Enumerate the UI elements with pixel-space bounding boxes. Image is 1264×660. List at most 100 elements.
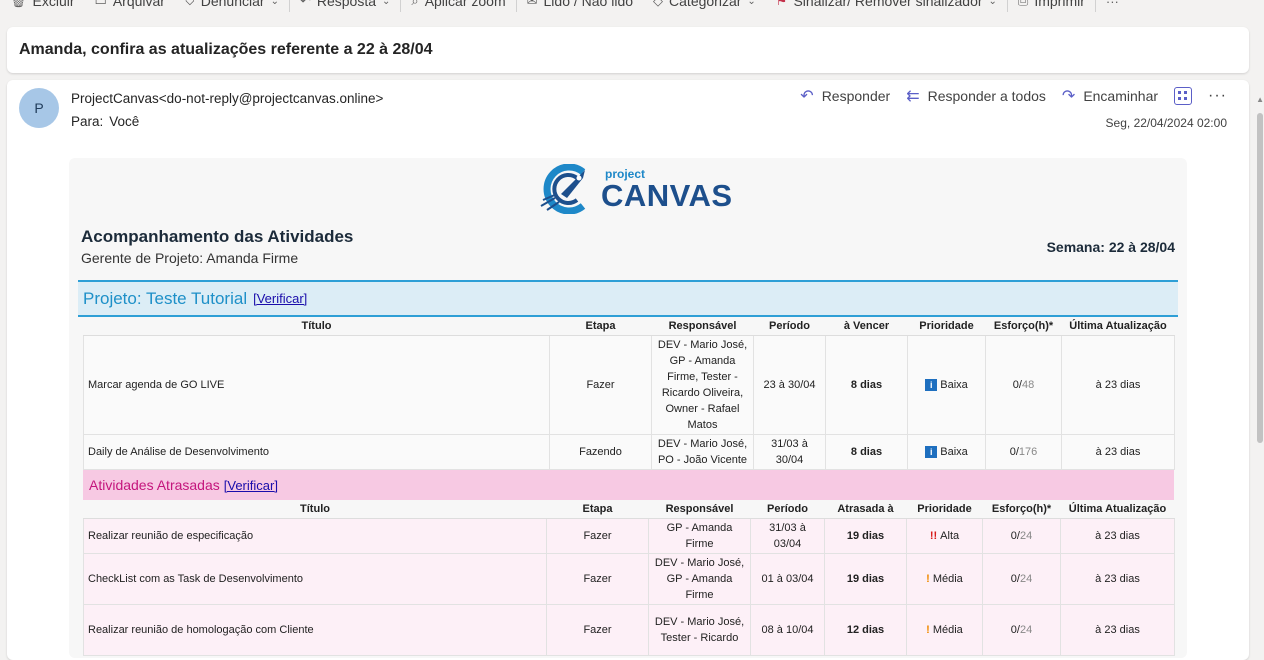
recipient-line: Para: Você: [71, 114, 145, 129]
reply-menu-button[interactable]: ↶ Resposta ⌄: [290, 0, 400, 12]
task-title: Realizar reunião de especificação: [83, 517, 547, 554]
task-last-update: à 23 dias: [1061, 334, 1175, 435]
task-title: Marcar agenda de GO LIVE: [83, 334, 550, 435]
report-button[interactable]: ⛉ Denunciar ⌄: [175, 0, 289, 12]
priority-label: Alta: [940, 529, 960, 542]
logo-big-text: CANVAS: [601, 177, 733, 213]
read-unread-button[interactable]: ✉ Lido / Não lido: [517, 0, 643, 12]
task-assignees: DEV - Mario José, GP - Amanda Firme: [648, 552, 751, 605]
table-row: Marcar agenda de GO LIVE Fazer DEV - Mar…: [83, 334, 1175, 435]
priority-label: Média: [932, 623, 963, 636]
avatar[interactable]: P: [19, 88, 59, 128]
report-label: Denunciar: [200, 0, 265, 9]
categorize-label: Categorizar: [669, 0, 742, 9]
task-period: 01 à 03/04: [750, 552, 825, 605]
effort-total: 24: [1019, 623, 1033, 636]
avatar-letter: P: [34, 100, 44, 116]
forward-label: Encaminhar: [1083, 88, 1159, 104]
message-card: P ProjectCanvas<do-not-reply@projectcanv…: [7, 80, 1249, 660]
tag-icon: ◇: [653, 0, 664, 8]
message-actions: ↶ Responder ⇇ Responder a todos ↷ Encaminha…: [800, 86, 1227, 106]
task-stage: Fazer: [546, 552, 649, 605]
column-header: Prioridade: [906, 500, 983, 519]
chevron-down-icon[interactable]: ⌄: [382, 0, 390, 7]
scroll-thumb[interactable]: [1257, 113, 1263, 443]
task-assignees: DEV - Mario José, PO - João Vicente: [651, 433, 754, 470]
reading-pane-scrollbar[interactable]: ▲: [1256, 95, 1264, 640]
email-subject: Amanda, confira as atualizações referent…: [19, 41, 433, 58]
email-body: project CANVAS Acompanhamento das Ativid…: [69, 158, 1187, 658]
column-header: Período: [753, 317, 826, 336]
task-effort: 0/24: [982, 552, 1061, 605]
effort-spent: 0/: [1012, 378, 1022, 391]
reply-button[interactable]: ↶ Responder: [800, 86, 890, 106]
chevron-down-icon[interactable]: ⌄: [271, 0, 279, 7]
subject-header: Amanda, confira as atualizações referent…: [7, 27, 1249, 73]
more-icon: ···: [1105, 0, 1119, 9]
task-effort: 0/176: [985, 433, 1062, 470]
ribbon-toolbar: 🗑 Excluir ▭ Arquivar ⛉ Denunciar ⌄ ↶ Resposta…: [0, 0, 1264, 12]
priority-label: Baixa: [940, 378, 968, 391]
print-icon: ⎙: [1017, 0, 1029, 8]
column-header: Período: [750, 500, 825, 519]
delete-label: Excluir: [32, 0, 75, 9]
task-stage: Fazendo: [549, 433, 652, 470]
task-due: 8 dias: [825, 334, 908, 435]
task-overdue: 19 dias: [824, 552, 907, 605]
sender-name[interactable]: ProjectCanvas<do-not-reply@projectcanvas…: [71, 91, 383, 106]
effort-total: 48: [1021, 378, 1035, 391]
project-title: Projeto: Teste Tutorial: [83, 288, 248, 308]
effort-total: 24: [1019, 572, 1033, 585]
task-priority: ! Média: [906, 603, 983, 656]
task-stage: Fazer: [549, 334, 652, 435]
late-activities-title: Atividades Atrasadas: [89, 477, 220, 493]
medium-priority-icon: !: [926, 623, 930, 636]
task-title: CheckList com as Task de Desenvolvimento: [83, 552, 547, 605]
forward-button[interactable]: ↷ Encaminhar: [1062, 86, 1158, 106]
apps-grid-icon[interactable]: [1174, 87, 1193, 105]
reply-all-button[interactable]: ⇇ Responder a todos: [906, 86, 1046, 106]
to-label: Para:: [71, 114, 104, 129]
report-icon: ⛉: [184, 0, 195, 8]
more-actions-button[interactable]: ···: [1208, 87, 1227, 105]
reply-all-label: Responder a todos: [927, 88, 1046, 104]
read-unread-label: Lido / Não lido: [543, 0, 634, 9]
recipient-you[interactable]: Você: [109, 114, 139, 129]
chevron-down-icon[interactable]: ⌄: [747, 0, 755, 7]
late-activities-table: Título Etapa Responsável Período Atrasad…: [83, 500, 1175, 656]
task-period: 08 à 10/04: [750, 603, 825, 656]
column-header: Título: [83, 500, 547, 519]
task-priority: i Baixa: [907, 433, 986, 470]
project-activities-table: Título Etapa Responsável Período à Vence…: [83, 317, 1175, 470]
table-header-row: Título Etapa Responsável Período à Vence…: [83, 317, 1175, 336]
task-effort: 0/24: [982, 517, 1061, 554]
forward-icon: ↷: [1061, 88, 1076, 105]
effort-spent: 0/: [1010, 623, 1020, 636]
delete-button[interactable]: 🗑 Excluir: [0, 0, 85, 12]
categorize-button[interactable]: ◇ Categorizar ⌄: [643, 0, 766, 12]
column-header: Prioridade: [907, 317, 986, 336]
project-verify-link[interactable]: [Verificar]: [253, 291, 307, 306]
archive-button[interactable]: ▭ Arquivar: [85, 0, 175, 12]
flag-button[interactable]: ⚑ Sinalizar/ Remover sinalizador ⌄: [766, 0, 1007, 12]
task-due: 8 dias: [825, 433, 908, 470]
effort-total: 24: [1019, 529, 1033, 542]
print-button[interactable]: ⎙ Imprimir: [1008, 0, 1095, 12]
task-title: Daily de Análise de Desenvolvimento: [83, 433, 550, 470]
task-period: 23 à 30/04: [753, 334, 826, 435]
message-date: Seg, 22/04/2024 02:00: [1105, 116, 1227, 130]
chevron-down-icon[interactable]: ⌄: [989, 0, 997, 7]
toolbar-more-button[interactable]: ···: [1096, 0, 1129, 12]
task-effort: 0/48: [985, 334, 1062, 435]
task-overdue: 12 dias: [824, 603, 907, 656]
effort-spent: 0/: [1009, 445, 1019, 458]
task-stage: Fazer: [546, 603, 649, 656]
scroll-up-arrow-icon[interactable]: ▲: [1256, 95, 1264, 104]
print-label: Imprimir: [1034, 0, 1085, 9]
archive-label: Arquivar: [112, 0, 165, 9]
late-verify-link[interactable]: [Verificar]: [224, 478, 278, 493]
task-assignees: DEV - Mario José, Tester - Ricardo: [648, 603, 751, 656]
table-header-row: Título Etapa Responsável Período Atrasad…: [83, 500, 1175, 519]
zoom-button[interactable]: ⌕ Aplicar zoom: [401, 0, 515, 12]
priority-label: Baixa: [940, 445, 968, 458]
